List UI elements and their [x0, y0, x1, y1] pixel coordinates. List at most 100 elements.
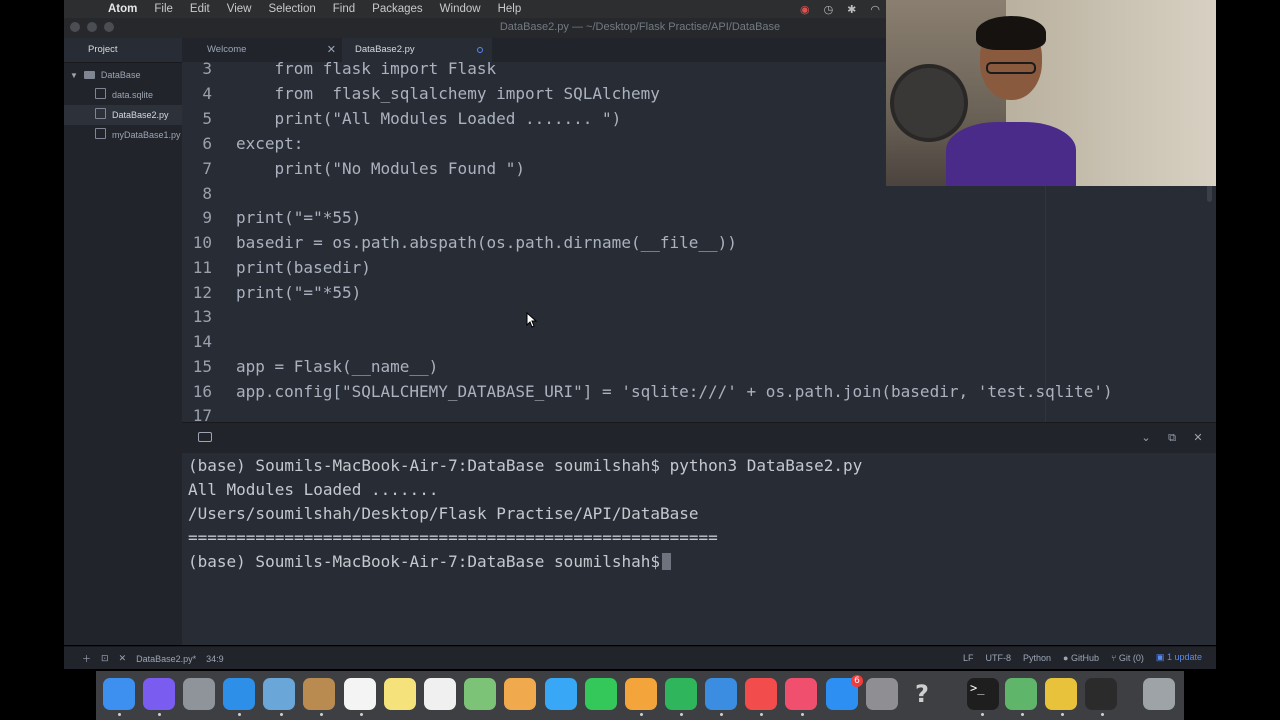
close-icon[interactable]: ✕: [1188, 430, 1208, 446]
code-line[interactable]: 8: [182, 181, 236, 206]
tree-folder-root[interactable]: ▼ DataBase: [64, 65, 182, 85]
tree-file-label: myDataBase1.py: [112, 130, 181, 140]
pages-icon[interactable]: [625, 678, 657, 710]
status-grammar[interactable]: Python: [1023, 653, 1051, 663]
code-text: from flask import Flask: [236, 62, 497, 78]
obs-icon[interactable]: [1085, 678, 1117, 710]
help-icon[interactable]: ?: [906, 678, 938, 710]
right-letterbox: [1216, 0, 1280, 720]
running-indicator: [320, 713, 323, 716]
menu-selection[interactable]: Selection: [268, 3, 315, 15]
terminal-line: (base) Soumils-MacBook-Air-7:DataBase so…: [188, 456, 863, 475]
status-git[interactable]: ⑂ Git (0): [1111, 653, 1144, 663]
status-line-ending[interactable]: LF: [963, 653, 974, 663]
photos-icon[interactable]: [504, 678, 536, 710]
time-machine-icon[interactable]: ◷: [824, 3, 834, 16]
status-encoding[interactable]: UTF-8: [985, 653, 1011, 663]
mouse-pointer-icon: [526, 312, 538, 328]
keyboard-icon[interactable]: [198, 432, 212, 442]
status-bar: ＋ ⊡ ✕ DataBase2.py* 34:9 LF UTF-8 Python…: [64, 646, 1216, 669]
running-indicator: [238, 713, 241, 716]
tree-file-data-sqlite[interactable]: data.sqlite: [64, 85, 182, 105]
code-line[interactable]: 9 print("="*55): [182, 205, 361, 230]
code-line[interactable]: 6 except:: [182, 131, 303, 156]
tree-file-mydatabase1[interactable]: myDataBase1.py: [64, 125, 182, 145]
code-line[interactable]: 15 app = Flask(__name__): [182, 354, 439, 379]
trash-icon[interactable]: [1143, 678, 1175, 710]
bluetooth-icon[interactable]: ✱: [847, 3, 856, 16]
notefile-icon[interactable]: [303, 678, 335, 710]
reminders-icon[interactable]: [424, 678, 456, 710]
code-line[interactable]: 3 from flask import Flask: [182, 62, 496, 81]
preview-icon[interactable]: [263, 678, 295, 710]
code-text: from flask_sqlalchemy import SQLAlchemy: [236, 84, 660, 103]
file-icon: [95, 88, 106, 99]
code-line[interactable]: 14: [182, 329, 236, 354]
code-line[interactable]: 10 basedir = os.path.abspath(os.path.dirn…: [182, 230, 737, 255]
menu-file[interactable]: File: [154, 3, 173, 15]
finder-icon[interactable]: [103, 678, 135, 710]
code-line[interactable]: 17: [182, 403, 236, 422]
tab-database2[interactable]: DataBase2.py: [342, 38, 492, 62]
code-line[interactable]: 12 print("="*55): [182, 280, 362, 305]
music-icon[interactable]: [785, 678, 817, 710]
project-tab[interactable]: Project: [64, 38, 182, 63]
terminal-icon[interactable]: ⊡: [101, 653, 109, 664]
messages-icon[interactable]: [545, 678, 577, 710]
running-indicator: [118, 713, 121, 716]
terminal-prompt: (base) Soumils-MacBook-Air-7:DataBase so…: [188, 552, 661, 571]
facetime-icon[interactable]: [585, 678, 617, 710]
code-line[interactable]: 5 print("All Modules Loaded ....... "): [182, 106, 621, 131]
notes-icon[interactable]: [384, 678, 416, 710]
menu-edit[interactable]: Edit: [190, 3, 210, 15]
maximize-icon[interactable]: ⧉: [1162, 430, 1182, 446]
terminal-icon[interactable]: >_: [967, 678, 999, 710]
chevron-down-icon[interactable]: ⌄: [1136, 430, 1156, 446]
webcam-shirt: [946, 122, 1076, 186]
siri-icon[interactable]: [143, 678, 175, 710]
status-github[interactable]: ● GitHub: [1063, 653, 1099, 663]
macos-menubar: Atom File Edit View Selection Find Packa…: [64, 0, 886, 18]
tree-file-database2[interactable]: DataBase2.py: [64, 105, 182, 125]
code-line[interactable]: 7 print("No Modules Found "): [182, 156, 525, 181]
code-line[interactable]: 13: [182, 304, 236, 329]
system-preferences-icon[interactable]: [866, 678, 898, 710]
code-line[interactable]: 11 print(basedir): [182, 255, 371, 280]
terminal-prompt-line[interactable]: (base) Soumils-MacBook-Air-7:DataBase so…: [188, 550, 672, 574]
terminal-panel[interactable]: (base) Soumils-MacBook-Air-7:DataBase so…: [182, 453, 1216, 645]
news-icon[interactable]: [745, 678, 777, 710]
status-file[interactable]: DataBase2.py*: [136, 654, 196, 664]
chevron-down-icon: ▼: [70, 71, 78, 80]
menu-help[interactable]: Help: [498, 3, 522, 15]
terminal-line: ========================================…: [188, 528, 718, 547]
close-icon[interactable]: ✕: [119, 653, 127, 664]
modified-indicator-icon[interactable]: [477, 47, 483, 53]
wifi-icon[interactable]: ◠: [870, 3, 880, 16]
tab-welcome[interactable]: Welcome ✕: [182, 38, 342, 62]
menu-packages[interactable]: Packages: [372, 3, 423, 15]
close-icon[interactable]: ✕: [327, 38, 336, 62]
record-icon[interactable]: ◉: [800, 3, 810, 16]
code-text: app.config["SQLALCHEMY_DATABASE_URI"] = …: [236, 382, 1113, 401]
menu-view[interactable]: View: [227, 3, 252, 15]
code-text: print(basedir): [236, 258, 371, 277]
running-indicator: [801, 713, 804, 716]
menu-app-name[interactable]: Atom: [108, 3, 137, 15]
launchpad-icon[interactable]: [183, 678, 215, 710]
menu-window[interactable]: Window: [440, 3, 481, 15]
atom-icon[interactable]: [1005, 678, 1037, 710]
tree-folder-label: DataBase: [100, 70, 141, 80]
add-icon[interactable]: ＋: [82, 652, 91, 665]
maps-icon[interactable]: [464, 678, 496, 710]
safari-icon[interactable]: [223, 678, 255, 710]
status-cursor-position[interactable]: 34:9: [206, 654, 224, 664]
menu-find[interactable]: Find: [333, 3, 355, 15]
keynote-icon[interactable]: [705, 678, 737, 710]
status-updates[interactable]: ▣ 1 update: [1156, 652, 1202, 663]
left-letterbox: [0, 0, 64, 720]
code-line[interactable]: 4 from flask_sqlalchemy import SQLAlchem…: [182, 81, 660, 106]
chrome-icon[interactable]: [1045, 678, 1077, 710]
calendar-icon[interactable]: [344, 678, 376, 710]
numbers-icon[interactable]: [665, 678, 697, 710]
code-line[interactable]: 16 app.config["SQLALCHEMY_DATABASE_URI"] …: [182, 379, 1113, 404]
